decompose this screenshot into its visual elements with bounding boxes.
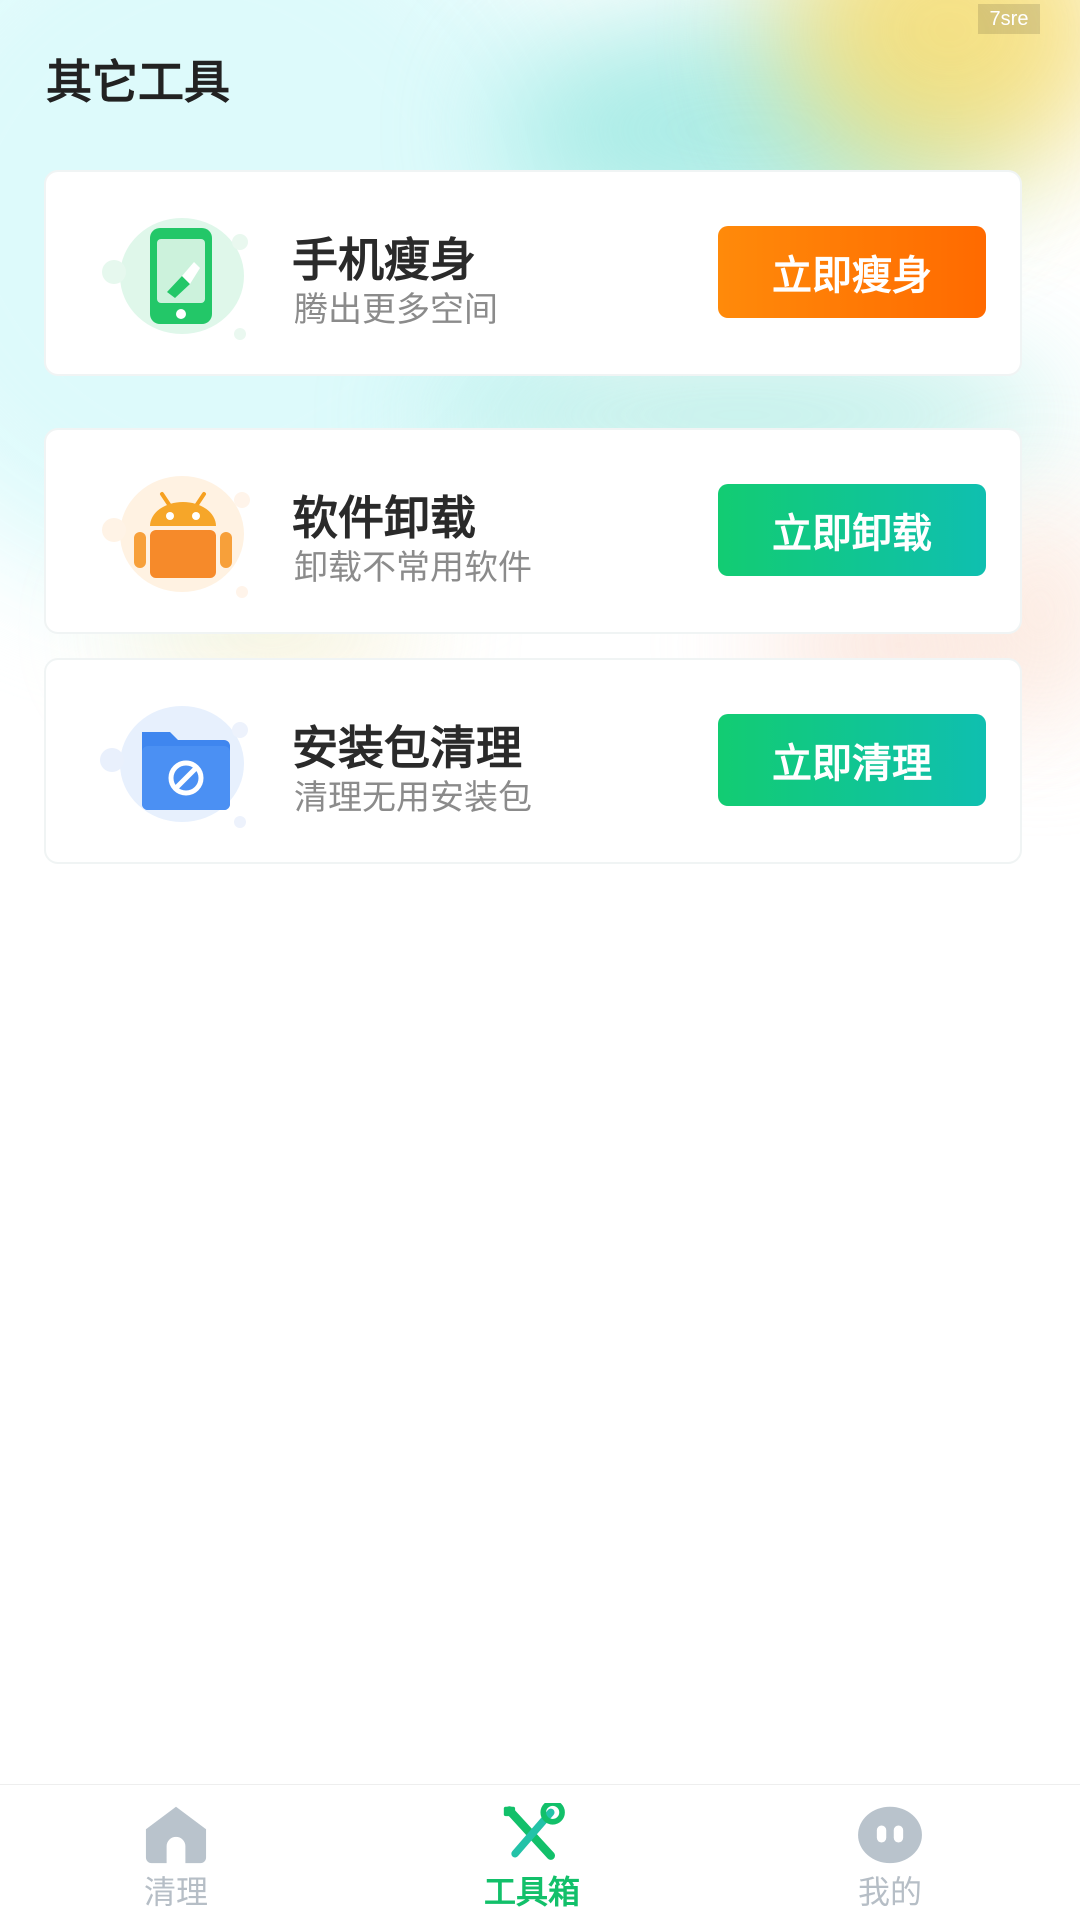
bottom-tab-bar: 清理 工具箱 我的 — [0, 1784, 1080, 1920]
home-icon — [145, 1806, 207, 1864]
tool-name: 软件卸载 — [292, 491, 476, 545]
slim-now-button[interactable]: 立即瘦身 — [718, 226, 986, 318]
tool-desc: 清理无用安装包 — [294, 778, 532, 818]
tool-card-uninstall: 软件卸载 卸载不常用软件 立即卸载 — [44, 428, 1022, 634]
tool-desc: 腾出更多空间 — [294, 290, 498, 330]
page-title: 其它工具 — [46, 55, 230, 109]
tab-mine[interactable]: 我的 — [800, 1803, 980, 1913]
tool-card-package-clean: 安装包清理 清理无用安装包 立即清理 — [44, 658, 1022, 864]
android-icon — [90, 464, 290, 604]
tools-icon — [503, 1803, 565, 1860]
tab-label: 我的 — [857, 1873, 922, 1911]
tool-desc: 卸载不常用软件 — [294, 548, 532, 588]
clean-now-button[interactable]: 立即清理 — [718, 714, 986, 806]
watermark: 7sre — [978, 4, 1040, 34]
tool-name: 手机瘦身 — [292, 233, 476, 287]
tool-card-phone-slim: 手机瘦身 腾出更多空间 立即瘦身 — [44, 170, 1022, 376]
profile-icon — [858, 1806, 922, 1864]
tab-clean[interactable]: 清理 — [86, 1803, 266, 1913]
tool-name: 安装包清理 — [292, 721, 522, 775]
phone-slim-icon — [90, 206, 290, 346]
tab-label: 工具箱 — [483, 1873, 580, 1911]
tab-label: 清理 — [143, 1873, 208, 1911]
tab-toolbox[interactable]: 工具箱 — [442, 1803, 622, 1913]
uninstall-now-button[interactable]: 立即卸载 — [718, 484, 986, 576]
folder-block-icon — [90, 694, 290, 834]
